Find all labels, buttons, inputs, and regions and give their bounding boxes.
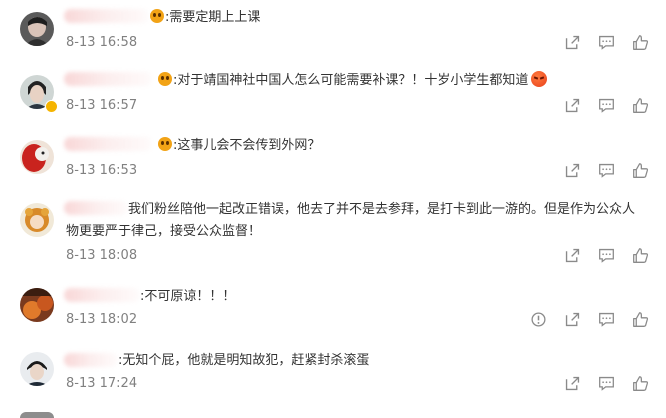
share-icon[interactable] [562,95,582,115]
share-icon[interactable] [562,373,582,393]
thumbs-up-icon[interactable] [630,373,650,393]
comment-actions [562,245,650,265]
comment-time: 8-13 16:57 [66,98,138,113]
comment-actions [562,95,650,115]
thumbs-up-icon[interactable] [630,245,650,265]
share-icon[interactable] [562,32,582,52]
avatar[interactable] [20,288,54,322]
share-icon[interactable] [562,160,582,180]
warning-icon[interactable] [528,309,548,329]
comment-text: 我们粉丝陪他一起改正错误，他去了并不是去参拜，是打卡到此一游的。但是作为公众人物… [66,202,636,239]
share-icon[interactable] [562,309,582,329]
emoji-icon [158,137,172,151]
comment-text: :对于靖国神社中国人怎么可能需要补课？！十岁小学生都知道 [66,70,646,92]
comment-text: :需要定期上上课 [66,7,646,29]
avatar[interactable] [20,203,54,237]
comment-icon[interactable] [596,309,616,329]
comment-icon[interactable] [596,245,616,265]
comment-time: 8-13 17:24 [66,376,138,391]
comment-time: 8-13 18:02 [66,312,138,327]
comment-text: :这事儿会不会传到外网？ [66,135,646,157]
comment-text: :无知个屁，他就是明知故犯，赶紧封杀滚蛋 [118,353,370,368]
angry-emoji-icon [531,71,548,87]
thumbs-up-icon[interactable] [630,95,650,115]
avatar[interactable] [20,412,54,418]
thumbs-up-icon[interactable] [630,309,650,329]
avatar[interactable] [20,352,54,386]
comment-actions [562,160,650,180]
comment-time: 8-13 16:53 [66,163,138,178]
comment-icon[interactable] [596,373,616,393]
verified-badge-icon [45,100,58,113]
comment-time: 8-13 16:58 [66,35,138,50]
thumbs-up-icon[interactable] [630,160,650,180]
avatar[interactable] [20,12,54,46]
comment-actions [562,373,650,393]
comment-icon[interactable] [596,32,616,52]
share-icon[interactable] [562,245,582,265]
comment-icon[interactable] [596,160,616,180]
comment-icon[interactable] [596,95,616,115]
comment-text: :不可原谅！！！ [140,289,236,304]
emoji-icon [150,9,164,23]
avatar[interactable] [20,140,54,174]
comment-actions [562,32,650,52]
emoji-icon [158,72,172,86]
comment-actions [528,309,650,329]
thumbs-up-icon[interactable] [630,32,650,52]
comment-time: 8-13 18:08 [66,248,138,263]
